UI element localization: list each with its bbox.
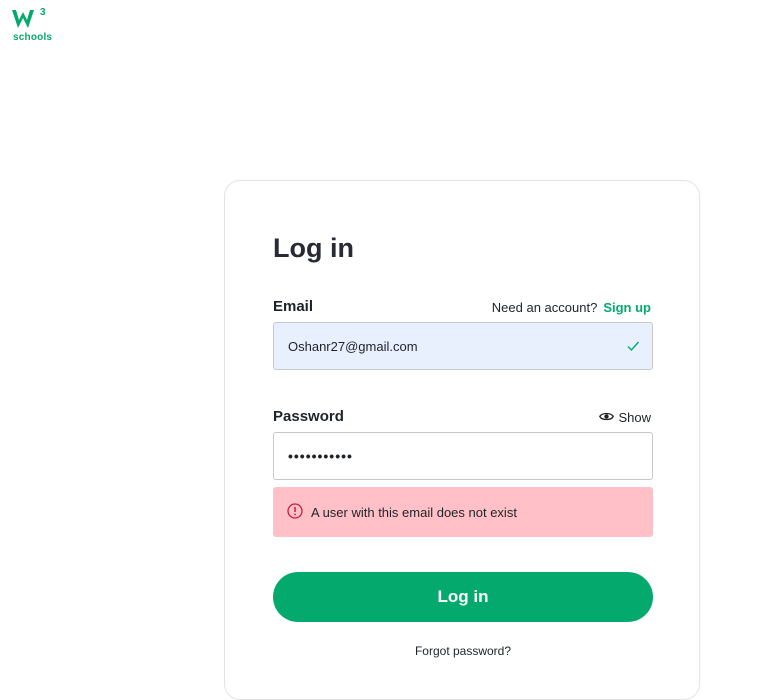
forgot-password-link[interactable]: Forgot password?: [225, 644, 701, 658]
error-message: A user with this email does not exist: [311, 504, 517, 520]
email-value: Oshanr27@gmail.com: [288, 338, 418, 354]
alert-circle-icon: [287, 502, 303, 522]
check-icon: [626, 339, 640, 356]
w3-logo-mark: 3: [12, 7, 46, 28]
login-card: Log in Email Need an account? Sign up Osh…: [224, 180, 700, 700]
login-button[interactable]: Log in: [273, 572, 653, 622]
password-field[interactable]: •••••••••••: [273, 432, 653, 480]
show-password-toggle[interactable]: Show: [599, 410, 651, 425]
error-alert: A user with this email does not exist: [273, 487, 653, 537]
page-title: Log in: [273, 233, 354, 263]
logo-superscript: 3: [40, 7, 46, 18]
need-account-text: Need an account?: [491, 300, 598, 315]
email-field[interactable]: Oshanr27@gmail.com: [273, 322, 653, 370]
password-value: •••••••••••: [288, 448, 353, 464]
signup-link[interactable]: Sign up: [603, 300, 651, 315]
password-label: Password: [273, 408, 344, 425]
show-label: Show: [618, 410, 651, 425]
w3schools-logo[interactable]: 3 schools: [10, 6, 54, 44]
email-label: Email: [273, 298, 314, 315]
eye-icon: [599, 410, 615, 425]
logo-text: schools: [13, 32, 53, 43]
signup-prompt: Need an account? Sign up: [492, 300, 651, 315]
